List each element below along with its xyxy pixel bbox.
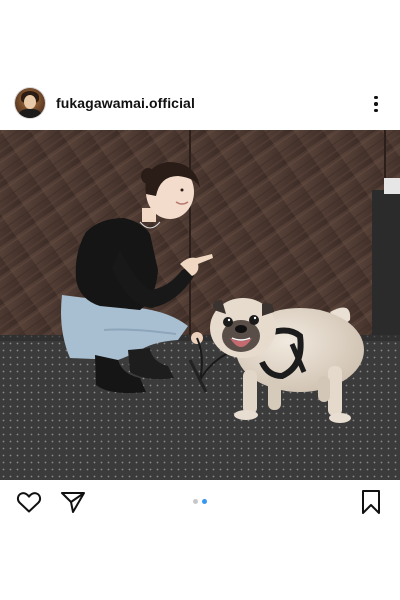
post-photo[interactable] — [0, 130, 400, 480]
carousel-dot-1 — [193, 499, 198, 504]
post-action-bar — [0, 482, 400, 522]
post-header: fukagawamai.official — [0, 82, 400, 126]
carousel-indicator — [193, 499, 207, 504]
three-dots-vertical-icon[interactable] — [366, 92, 386, 116]
avatar-face — [24, 95, 36, 109]
photo-woman-with-pug — [0, 130, 400, 480]
username-link[interactable]: fukagawamai.official — [56, 95, 195, 111]
profile-avatar[interactable] — [15, 88, 45, 118]
heart-icon[interactable] — [16, 490, 42, 514]
avatar-body — [19, 109, 41, 118]
paper-plane-icon[interactable] — [60, 490, 86, 514]
bookmark-icon[interactable] — [360, 489, 382, 515]
carousel-dot-2 — [202, 499, 207, 504]
